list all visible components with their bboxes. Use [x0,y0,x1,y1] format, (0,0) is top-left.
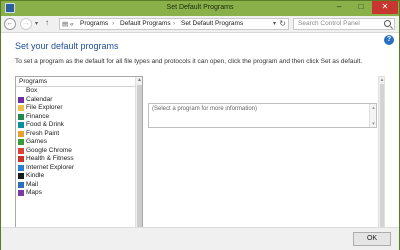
list-item[interactable]: Finance [16,113,136,122]
scrollbar-thumb[interactable] [137,85,142,230]
program-icon [18,173,24,179]
program-label: Health & Fitness [26,155,74,162]
list-item[interactable]: Maps [16,189,136,198]
program-label: Maps [26,189,42,196]
breadcrumb-separator-icon: › [173,20,176,27]
forward-arrow-icon[interactable]: → [20,18,32,30]
minimize-button[interactable]: – [328,1,350,14]
list-item[interactable]: Box [16,87,136,96]
breadcrumb-default-programs[interactable]: Default Programs [120,20,171,27]
programs-scrollbar[interactable]: ▲ ▼ [135,77,142,239]
program-icon [18,139,24,145]
panel-scrollbar[interactable]: ▲ ▼ [378,76,385,240]
program-label: Box [26,87,38,94]
breadcrumb-separator-icon: › [112,20,115,27]
scroll-up-icon[interactable]: ▲ [379,77,385,82]
list-item[interactable]: Google Chrome [16,147,136,156]
scroll-up-icon[interactable]: ▲ [370,105,377,110]
programs-list[interactable]: Programs Box Calendar File Explorer Finance… [15,76,143,240]
search-box[interactable]: Search Control Panel [293,18,395,30]
scrollbar-thumb[interactable] [380,84,384,234]
program-icon [18,113,24,120]
list-item[interactable]: Health & Fitness [16,155,136,164]
program-icon [18,96,24,103]
page-title: Set your default programs [15,41,119,51]
info-scrollbar[interactable]: ▲ ▼ [369,104,376,127]
list-item[interactable]: Internet Explorer [16,164,136,173]
search-input[interactable]: Search Control Panel [298,20,360,27]
title-bar[interactable]: Set Default Programs – □ ✕ [1,1,399,16]
list-item[interactable]: Calendar [16,96,136,105]
program-icon [18,130,24,137]
help-icon[interactable]: ? [384,35,394,45]
program-label: File Explorer [26,104,63,111]
navigation-bar: ← → ▾ ↑ ▤ « Programs › Default Programs … [1,16,399,33]
program-label: Google Chrome [26,146,72,154]
breadcrumb-programs[interactable]: Programs [80,20,108,27]
list-item[interactable]: Mail [16,181,136,190]
program-icon [18,88,24,94]
program-icon [18,190,24,196]
back-arrow-icon[interactable]: ← [4,18,16,30]
program-label: Kindle [26,172,45,179]
breadcrumb-set-default-programs[interactable]: Set Default Programs [181,20,243,27]
maximize-button[interactable]: □ [350,1,372,14]
program-icon [18,156,24,162]
main-content: ? Set your default programs To set a pro… [1,33,399,240]
breadcrumb-root-icon[interactable]: ▤ « [62,20,74,28]
list-item[interactable]: File Explorer [16,104,136,113]
program-label: Games [26,138,47,145]
program-label: Food & Drink [26,121,64,128]
program-icon [18,105,24,111]
programs-list-items: Box Calendar File Explorer Finance Food & Dr… [16,87,136,198]
program-info-placeholder: (Select a program for more information) [152,106,258,112]
address-bar[interactable]: ▤ « Programs › Default Programs › Set De… [59,18,289,30]
scroll-up-icon[interactable]: ▲ [136,77,142,84]
page-description: To set a program as the default for all … [15,58,363,65]
program-icon [18,122,24,128]
program-label: Mail [26,180,38,188]
scroll-down-icon[interactable]: ▼ [370,121,377,126]
programs-column-header[interactable]: Programs [16,77,136,87]
list-item[interactable]: Food & Drink [16,121,136,130]
refresh-icon[interactable]: ↻ [279,19,286,28]
close-button[interactable]: ✕ [372,1,398,14]
address-dropdown-icon[interactable]: ▾ [273,20,276,27]
dialog-footer: OK [1,227,399,250]
set-default-programs-window: Set Default Programs – □ ✕ ← → ▾ ↑ ▤ « P… [0,0,400,250]
program-icon [18,181,24,188]
chevron-down-icon[interactable]: ▾ [35,20,38,27]
list-item[interactable]: Games [16,138,136,147]
list-item[interactable]: Kindle [16,172,136,181]
program-icon [18,164,24,171]
program-label: Finance [26,112,50,120]
ok-button[interactable]: OK [353,232,391,246]
program-label: Fresh Paint [26,129,60,137]
search-icon[interactable] [384,20,391,27]
list-item[interactable]: Fresh Paint [16,130,136,139]
program-label: Internet Explorer [26,163,75,171]
program-info-box[interactable]: (Select a program for more information) … [148,103,377,128]
up-arrow-icon[interactable]: ↑ [45,18,49,27]
program-label: Calendar [26,95,53,103]
program-icon [18,147,24,154]
